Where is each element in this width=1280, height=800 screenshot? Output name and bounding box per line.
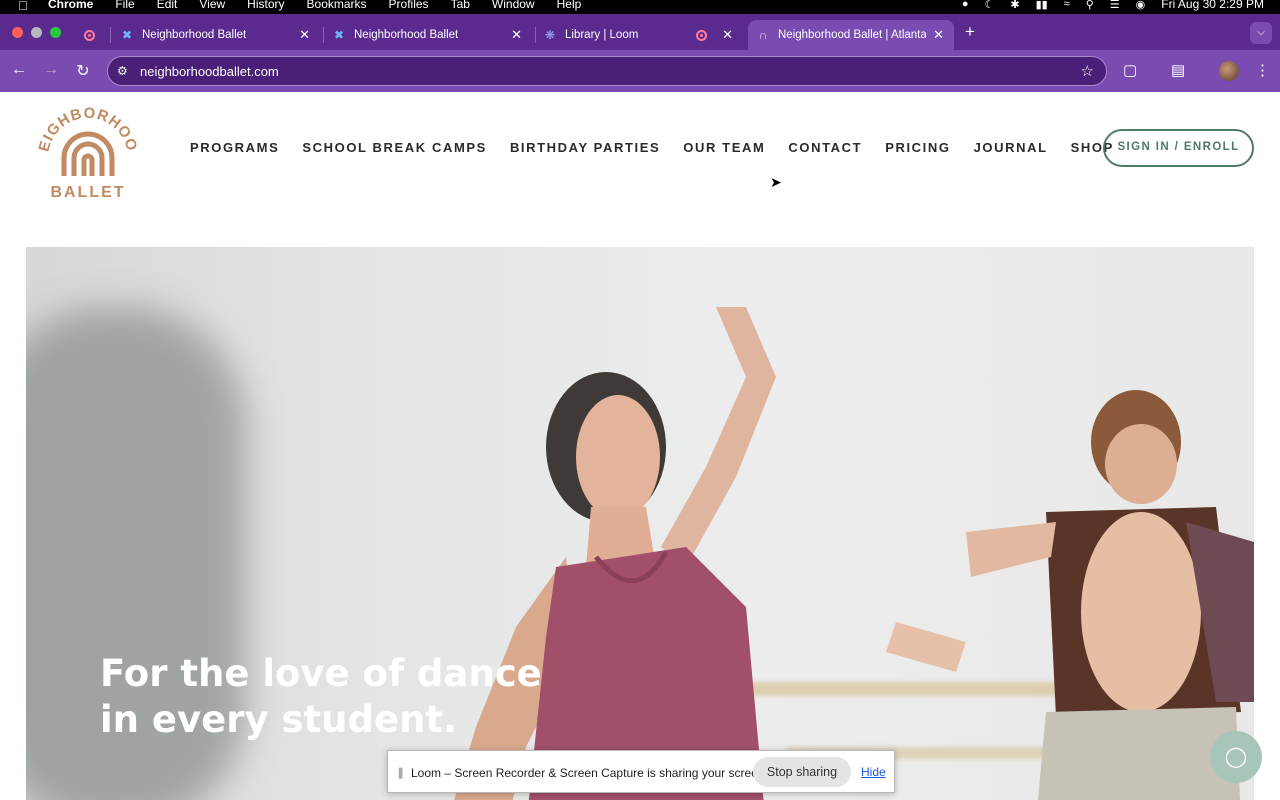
status-area: ● ☾ ✱ ▮▮ ≈ ⚲ ☰ ◉ Fri Aug 30 2:29 PM: [962, 0, 1264, 11]
bookmark-star-icon[interactable]: ☆: [1081, 62, 1094, 80]
menu-history[interactable]: History: [247, 0, 284, 11]
nav-pricing[interactable]: PRICING: [885, 140, 950, 155]
address-bar[interactable]: ⚙ neighborhoodballet.com ☆: [107, 56, 1107, 86]
profile-avatar[interactable]: [1219, 61, 1239, 81]
ballet-favicon-icon: ✖: [333, 28, 345, 42]
hero-headline: For the love of dance in every student.: [100, 651, 560, 743]
nav-school-break-camps[interactable]: SCHOOL BREAK CAMPS: [302, 140, 487, 155]
close-tab-icon[interactable]: ✕: [722, 27, 733, 43]
loom-favicon-icon: ❋: [544, 28, 556, 42]
menu-window[interactable]: Window: [492, 0, 535, 11]
menu-file[interactable]: File: [115, 0, 134, 11]
menu-chrome[interactable]: Chrome: [48, 0, 93, 11]
close-tab-icon[interactable]: ✕: [511, 27, 522, 43]
reload-icon[interactable]: ↻: [73, 61, 93, 81]
hero-banner: For the love of dance in every student.: [26, 247, 1254, 800]
bluetooth-icon[interactable]: ✱: [1010, 0, 1019, 11]
tab-neighborhood-ballet-atlanta[interactable]: ∩ Neighborhood Ballet | Atlanta ✕: [748, 20, 954, 50]
tab-title: Library | Loom: [565, 29, 639, 41]
sign-in-enroll-button[interactable]: SIGN IN / ENROLL: [1103, 129, 1254, 167]
browser-toolbar: ← → ↻ ⚙ neighborhoodballet.com ☆ ▢ ▤ ⋮: [0, 50, 1280, 92]
tab-title: Neighborhood Ballet: [142, 29, 247, 41]
tab-title: Neighborhood Ballet: [354, 29, 459, 41]
hide-link[interactable]: Hide: [861, 765, 886, 779]
menu-view[interactable]: View: [199, 0, 225, 11]
menu-tab[interactable]: Tab: [451, 0, 470, 11]
nav-programs[interactable]: PROGRAMS: [190, 140, 279, 155]
more-menu-icon[interactable]: ⋮: [1255, 61, 1270, 79]
close-tab-icon[interactable]: ✕: [933, 27, 944, 43]
extensions-puzzle-icon[interactable]: ▢: [1123, 61, 1137, 79]
spotlight-search-icon[interactable]: ⚲: [1086, 0, 1094, 11]
mouse-cursor-icon: ➤: [770, 174, 782, 190]
tab-divider: [110, 27, 111, 43]
screen-sharing-notification: ❚ Loom – Screen Recorder & Screen Captur…: [387, 750, 895, 793]
address-url[interactable]: neighborhoodballet.com: [140, 64, 279, 79]
hero-headline-line-1: For the love of dance: [100, 652, 542, 695]
stop-sharing-button[interactable]: Stop sharing: [753, 757, 851, 787]
forward-arrow-icon[interactable]: →: [41, 61, 61, 79]
record-icon: [84, 29, 95, 41]
tab-divider: [323, 27, 324, 43]
tab-neighborhood-ballet-1[interactable]: ✖ Neighborhood Ballet ✕: [120, 20, 320, 50]
neighborhood-ballet-logo[interactable]: NEIGHBORHOOD BALLET: [34, 98, 142, 202]
close-window-button[interactable]: [12, 27, 23, 38]
nav-birthday-parties[interactable]: BIRTHDAY PARTIES: [510, 140, 660, 155]
tab-search-chevron-icon[interactable]: ⌵: [1250, 22, 1272, 44]
siri-icon[interactable]: ◉: [1136, 0, 1146, 11]
menu-help[interactable]: Help: [557, 0, 582, 11]
close-tab-icon[interactable]: ✕: [299, 27, 310, 43]
tab-neighborhood-ballet-2[interactable]: ✖ Neighborhood Ballet ✕: [332, 20, 532, 50]
new-tab-icon[interactable]: +: [965, 22, 975, 42]
menu-clock[interactable]: Fri Aug 30 2:29 PM: [1161, 0, 1264, 11]
rainbow-arch-icon: [61, 131, 115, 176]
focus-moon-icon[interactable]: ☾: [984, 0, 994, 11]
window-controls: [12, 27, 61, 38]
tab-title: Neighborhood Ballet | Atlanta: [778, 29, 926, 41]
reading-list-icon[interactable]: ▤: [1171, 61, 1185, 79]
wifi-icon[interactable]: ≈: [1064, 0, 1070, 10]
chat-bubble-icon[interactable]: ◯: [1210, 731, 1262, 783]
record-icon: [696, 29, 707, 41]
nav-our-team[interactable]: OUR TEAM: [683, 140, 765, 155]
zoom-window-button[interactable]: [50, 27, 61, 38]
menu-bookmarks[interactable]: Bookmarks: [307, 0, 367, 11]
tab-divider: [535, 27, 536, 43]
browser-tab-strip: ✖ Neighborhood Ballet ✕ ✖ Neighborhood B…: [0, 14, 1280, 50]
sharing-message: Loom – Screen Recorder & Screen Capture …: [411, 766, 768, 780]
menu-edit[interactable]: Edit: [157, 0, 178, 11]
menu-profiles[interactable]: Profiles: [389, 0, 429, 11]
apple-menu-icon[interactable]: : [18, 0, 28, 13]
dancer-brown-leotard-illustration: [886, 390, 1254, 800]
macos-menu-bar:  Chrome File Edit View History Bookmark…: [0, 0, 1280, 14]
ballet-favicon-icon: ✖: [121, 28, 133, 42]
battery-icon[interactable]: ▮▮: [1036, 0, 1048, 11]
site-settings-icon[interactable]: ⚙: [117, 64, 128, 78]
drag-handle-icon[interactable]: ❚: [396, 766, 405, 779]
web-page: NEIGHBORHOOD BALLET PROGRAMS SCHOOL BREA…: [0, 92, 1280, 800]
back-arrow-icon[interactable]: ←: [9, 61, 29, 79]
main-navigation: PROGRAMS SCHOOL BREAK CAMPS BIRTHDAY PAR…: [190, 140, 1137, 155]
hero-headline-line-2: in every student.: [100, 698, 458, 741]
minimize-window-button[interactable]: [31, 27, 42, 38]
menu-bar-items: Chrome File Edit View History Bookmarks …: [48, 0, 603, 11]
control-center-icon[interactable]: ☰: [1110, 0, 1120, 11]
nav-contact[interactable]: CONTACT: [788, 140, 862, 155]
microphone-icon[interactable]: ●: [962, 0, 969, 10]
tab-loom-library[interactable]: ❋ Library | Loom ✕: [543, 20, 743, 50]
ballet-arch-favicon-icon: ∩: [758, 28, 768, 42]
logo-wordmark-bottom: BALLET: [50, 184, 125, 201]
nav-journal[interactable]: JOURNAL: [974, 140, 1048, 155]
